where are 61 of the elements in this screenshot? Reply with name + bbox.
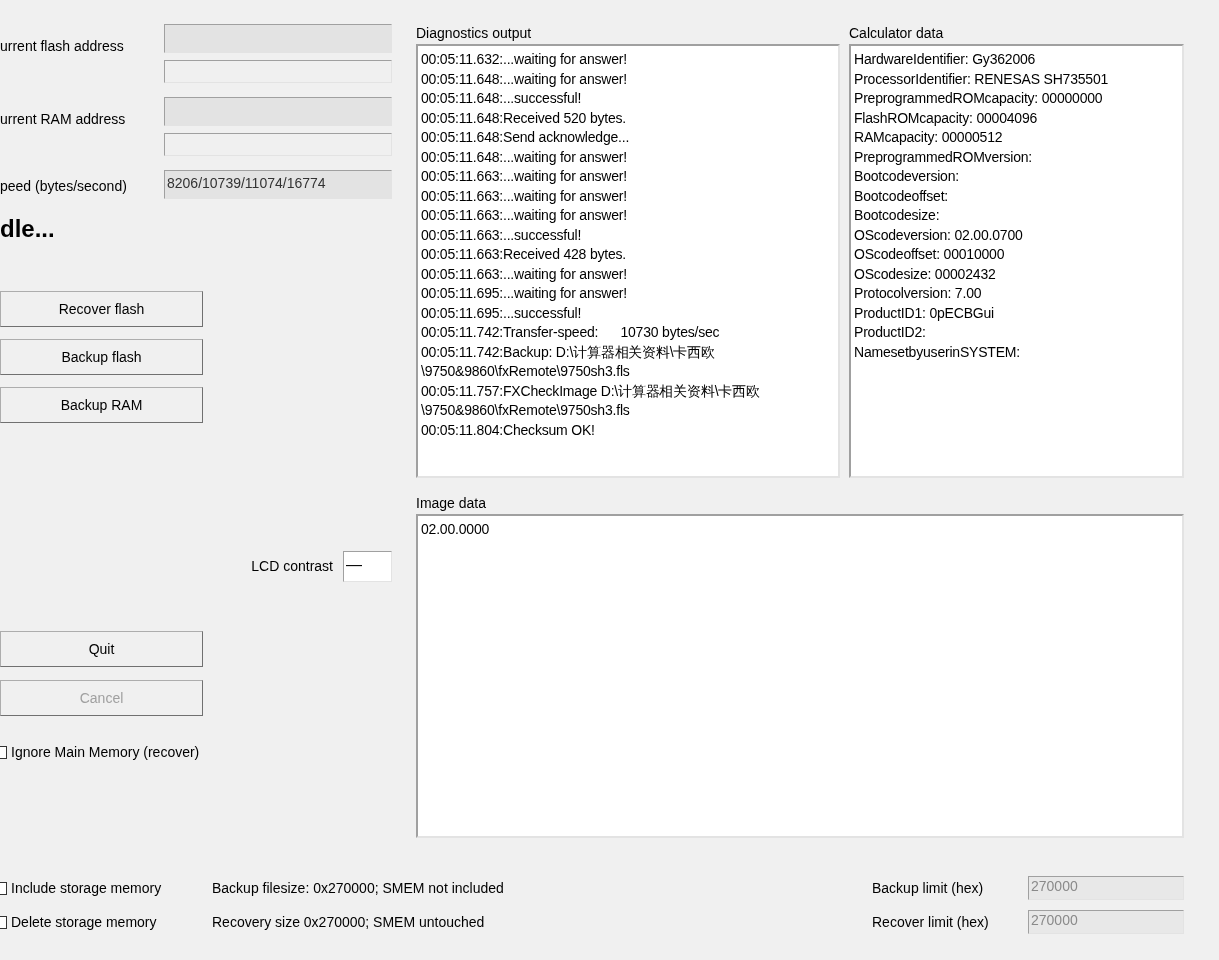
info-text: Recovery size 0x270000; SMEM untouched bbox=[212, 912, 486, 932]
output-line: 00:05:11.663:...waiting for answer! bbox=[421, 206, 628, 225]
field-label: Recover limit (hex) bbox=[872, 912, 990, 932]
output-line: PreprogrammedROMcapacity: 00000000 bbox=[854, 89, 1104, 108]
output-line: 00:05:11.648:Received 520 bytes. bbox=[421, 108, 628, 128]
output-line: 00:05:11.742:Transfer-speed: 10730 bytes/sec bbox=[421, 323, 721, 342]
image-data-box[interactable]: 02.00.0000 bbox=[416, 514, 1184, 838]
output-line: 00:05:11.648:...successful! bbox=[421, 89, 583, 108]
output-line: 00:05:11.757:FXCheckImage D:\计算器相关资料\卡西欧\9750&9860\fxRemote\9750sh3.fls bbox=[421, 381, 761, 420]
push-button[interactable]: Backup flash bbox=[0, 339, 203, 375]
output-line: OScodeversion: 02.00.0700 bbox=[854, 225, 1024, 245]
push-button[interactable]: Recover flash bbox=[0, 291, 203, 327]
output-line: 00:05:11.648:...waiting for answer! bbox=[421, 147, 628, 167]
log-box[interactable] bbox=[416, 44, 840, 478]
output-line: 00:05:11.742:Backup: D:\计算器相关资料\卡西欧\9750&9860\fxRemote\9750sh3.fls bbox=[421, 342, 716, 381]
contrast-field[interactable]: — bbox=[343, 551, 392, 582]
push-button[interactable]: Quit bbox=[0, 631, 203, 667]
push-button[interactable]: Backup RAM bbox=[0, 387, 203, 423]
output-line: 00:05:11.695:...waiting for answer! bbox=[421, 284, 628, 303]
output-line: 00:05:11.663:...successful! bbox=[421, 225, 583, 245]
output-line: ProductID1: 0pECBGui bbox=[854, 303, 995, 323]
output-line: FlashROMcapacity: 00004096 bbox=[854, 108, 1039, 128]
output-line: 00:05:11.663:Received 428 bytes. bbox=[421, 245, 628, 264]
status-text: dle... bbox=[0, 214, 56, 244]
field-label: urrent RAM address bbox=[0, 110, 127, 129]
output-line: 00:05:11.663:...waiting for answer! bbox=[421, 186, 628, 206]
output-line: ProcessorIdentifier: RENESAS SH735501 bbox=[854, 69, 1110, 89]
panel-title: Diagnostics output bbox=[416, 24, 533, 43]
checkbox-label: Ignore Main Memory (recover) bbox=[11, 743, 200, 762]
output-line: HardwareIdentifier: Gy362006 bbox=[854, 50, 1037, 69]
output-line: Protocolversion: 7.00 bbox=[854, 284, 983, 303]
output-line: 00:05:11.648:Send acknowledge... bbox=[421, 128, 631, 147]
output-line: Bootcodeversion: bbox=[854, 167, 960, 186]
output-line: Bootcodeoffset: bbox=[854, 186, 950, 206]
readonly-field[interactable] bbox=[164, 24, 392, 53]
output-line: ProductID2: bbox=[854, 323, 927, 342]
output-line: 00:05:11.695:...successful! bbox=[421, 303, 583, 323]
output-line: NamesetbyuserinSYSTEM: bbox=[854, 342, 1021, 362]
output-line: 00:05:11.663:...waiting for answer! bbox=[421, 167, 628, 186]
output-line: 00:05:11.663:...waiting for answer! bbox=[421, 264, 628, 284]
info-box[interactable] bbox=[849, 44, 1184, 478]
info-text: Backup filesize: 0x270000; SMEM not included bbox=[212, 878, 505, 898]
checkbox-label: Delete storage memory bbox=[11, 912, 157, 932]
output-line: OScodeoffset: 00010000 bbox=[854, 245, 1006, 264]
panel-title: Calculator data bbox=[849, 24, 945, 43]
output-line: 00:05:11.804:Checksum OK! bbox=[421, 420, 596, 440]
output-line: PreprogrammedROMversion: bbox=[854, 147, 1034, 167]
field-label: LCD contrast bbox=[251, 557, 333, 576]
output-line: Bootcodesize: bbox=[854, 206, 941, 225]
field-label: urrent flash address bbox=[0, 37, 125, 56]
output-line: 02.00.0000 bbox=[421, 520, 491, 539]
output-line: OScodesize: 00002432 bbox=[854, 264, 997, 284]
readonly-field[interactable] bbox=[164, 97, 392, 126]
checkbox-label: Include storage memory bbox=[11, 878, 162, 898]
readonly-field[interactable]: 8206/10739/11074/16774 bbox=[164, 170, 392, 199]
field-label: Backup limit (hex) bbox=[872, 878, 985, 898]
field-label: peed (bytes/second) bbox=[0, 177, 128, 196]
output-line: 00:05:11.632:...waiting for answer! bbox=[421, 50, 628, 69]
panel-title: Image data bbox=[416, 494, 488, 513]
output-line: 00:05:11.648:...waiting for answer! bbox=[421, 69, 628, 89]
output-line: RAMcapacity: 00000512 bbox=[854, 128, 1004, 147]
